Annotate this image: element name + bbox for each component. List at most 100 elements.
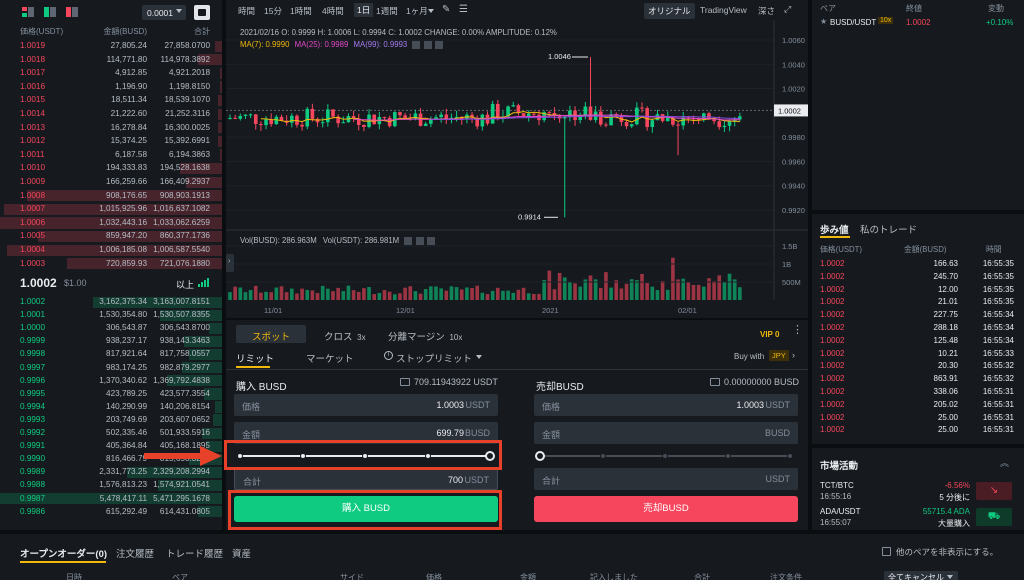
buy-total-field[interactable]: 合計 700 USDT	[234, 468, 498, 490]
ask-row[interactable]: 1.0005 859,947.20 860,377.1736	[0, 230, 222, 243]
bid-row[interactable]: 1.0002 3,162,375.34 3,163,007.8151	[0, 296, 222, 308]
tab-cross[interactable]: クロス 3x	[324, 329, 366, 343]
volume-bar	[408, 286, 413, 300]
signal-icon	[198, 277, 210, 287]
bid-row[interactable]: 0.9999 938,237.17 938,143.3463	[0, 335, 222, 348]
ask-row[interactable]: 1.0011 6,187.58 6,194.3863	[0, 149, 222, 161]
chevron-right-icon[interactable]: ›	[792, 350, 795, 360]
amount: 18,511.34	[111, 95, 147, 105]
book-settings-icon[interactable]	[194, 5, 210, 20]
ask-row[interactable]: 1.0014 21,222.60 21,252.3116	[0, 108, 222, 120]
ask-row[interactable]: 1.0017 4,912.85 4,921.2018	[0, 67, 222, 80]
sell-button[interactable]: 売却BUSD	[534, 496, 798, 522]
tab-assets[interactable]: 資産	[232, 546, 251, 560]
bid-row[interactable]: 0.9994 140,290.99 140,206.8154	[0, 401, 222, 413]
total: 1,198.8150	[169, 81, 210, 91]
candle-body	[722, 125, 727, 128]
tab-isolated[interactable]: 分離マージン 10x	[388, 329, 462, 343]
tab-limit[interactable]: リミット	[236, 351, 274, 365]
precision-value: 0.0001	[147, 7, 173, 18]
pair-row[interactable]: ★ BUSD/USDT 10x 1.0002 +0.10%	[812, 16, 1024, 30]
price: 1.0000	[20, 323, 46, 333]
volume-bar	[300, 288, 304, 300]
ask-row[interactable]: 1.0012 15,374.25 15,392.6991	[0, 135, 222, 148]
hide-pairs-checkbox[interactable]	[882, 547, 891, 556]
market-activity-item[interactable]: ADA/USDT 16:55:07 55715.4 ADA 大量購入 ⛟	[812, 506, 1024, 530]
sell-price-field[interactable]: 価格 1.0003 USDT	[534, 394, 798, 416]
ask-row[interactable]: 1.0016 1,196.90 1,198.8150	[0, 81, 222, 93]
ask-row[interactable]: 1.0019 27,805.24 27,858.0700	[0, 40, 222, 52]
ask-row[interactable]: 1.0006 1,032,443.16 1,033,062.6259	[0, 217, 222, 229]
tab-open-orders[interactable]: オープンオーダー(0)	[20, 546, 107, 560]
tab-trade-history[interactable]: トレード履歴	[166, 546, 223, 560]
slider-step[interactable]	[724, 453, 731, 459]
cancel-all-button[interactable]: 全てキャンセル	[884, 571, 958, 580]
trade-row: 1.0002 21.01 16:55:35	[812, 296, 1024, 308]
ask-row[interactable]: 1.0015 18,511.34 18,539.1070	[0, 94, 222, 107]
more-options-icon[interactable]: ⋮	[792, 325, 803, 336]
ask-row[interactable]: 1.0009 166,259.66 166,409.2937	[0, 176, 222, 188]
slider-step[interactable]	[535, 451, 545, 461]
tab-stop-limit[interactable]: ストップリミット	[396, 351, 472, 365]
volume-bar	[686, 281, 691, 300]
ask-row[interactable]: 1.0003 720,859.93 721,076.1880	[0, 258, 222, 270]
volume-bar	[413, 291, 418, 300]
ask-row[interactable]: 1.0013 16,278.84 16,300.0025	[0, 122, 222, 134]
tab-my-trades[interactable]: 私のトレード	[860, 222, 917, 236]
wallet-icon	[400, 378, 410, 386]
volume-bar	[573, 283, 577, 300]
orders-col: 合計	[694, 573, 710, 580]
candlestick-plot[interactable]: 1.0060 1.0040 1.0020 0.9980 0.9960 0.9940 0.99…	[226, 0, 808, 318]
volume-bar	[696, 284, 701, 300]
volume-bar	[248, 290, 253, 300]
slider-step[interactable]	[787, 453, 793, 459]
tab-spot[interactable]: スポット	[236, 325, 306, 343]
bid-row[interactable]: 0.9993 203,749.69 203,607.0652	[0, 414, 222, 426]
precision-select[interactable]: 0.0001	[142, 5, 186, 20]
sell-amount-slider[interactable]	[535, 450, 798, 462]
slider-step[interactable]	[599, 453, 606, 459]
book-view-bids-icon[interactable]	[44, 7, 56, 17]
stop-limit-chevron-icon[interactable]	[476, 355, 482, 359]
buy-with-currency[interactable]: JPY	[769, 350, 789, 361]
tab-market-trades[interactable]: 歩み値	[820, 222, 849, 236]
bid-row[interactable]: 0.9995 423,789.25 423,577.3554	[0, 388, 222, 400]
slider-step[interactable]	[662, 453, 668, 459]
ask-row[interactable]: 1.0008 908,176.65 908,903.1913	[0, 190, 222, 202]
book-view-both-icon[interactable]	[22, 7, 34, 17]
bid-row[interactable]: 0.9992 502,335.46 501,933.5916	[0, 427, 222, 439]
market-activity-item[interactable]: TCT/BTC 16:55:16 -6.56% 5 分後に ↘	[812, 480, 1024, 504]
star-icon[interactable]: ★	[820, 17, 827, 26]
sell-amount-field[interactable]: 金額 BUSD	[534, 422, 798, 444]
bid-row[interactable]: 0.9988 1,576,813.23 1,574,921.0541	[0, 479, 222, 492]
book-view-asks-icon[interactable]	[66, 7, 78, 17]
price: 0.9995	[20, 388, 46, 398]
bid-row[interactable]: 1.0000 306,543.87 306,543.8700	[0, 322, 222, 335]
bid-row[interactable]: 0.9989 2,331,773.25 2,329,208.2994	[0, 466, 222, 479]
bid-row[interactable]: 0.9986 615,292.49 614,431.0805	[0, 506, 222, 518]
total: 982,879.2977	[159, 362, 210, 372]
more-link[interactable]: 以上	[176, 278, 194, 291]
bid-row[interactable]: 0.9987 5,478,417.11 5,471,295.1678	[0, 493, 222, 505]
trade-time: 16:55:31	[982, 387, 1014, 396]
bid-row[interactable]: 0.9998 817,921.64 817,758.0557	[0, 348, 222, 361]
buy-with-label[interactable]: Buy with	[734, 352, 764, 361]
tab-order-history[interactable]: 注文履歴	[116, 546, 154, 560]
bid-row[interactable]: 1.0001 1,530,354.80 1,530,507.8355	[0, 309, 222, 321]
sell-total-field[interactable]: 合計 USDT	[534, 468, 798, 490]
bid-row[interactable]: 0.9996 1,370,340.62 1,369,792.4838	[0, 375, 222, 387]
hide-pairs-label[interactable]: 他のペアを非表示にする。	[896, 546, 998, 558]
collapse-icon[interactable]: ︽	[1000, 456, 1009, 469]
chart-collapse-handle[interactable]: ›	[226, 254, 234, 272]
ask-row[interactable]: 1.0007 1,015,925.96 1,016,637.1082	[0, 203, 222, 216]
volume-bar	[429, 286, 433, 300]
bid-row[interactable]: 0.9997 983,174.25 982,879.2977	[0, 362, 222, 374]
ask-row[interactable]: 1.0010 194,333.83 194,528.1638	[0, 162, 222, 175]
ask-row[interactable]: 1.0018 114,771.80 114,978.3892	[0, 54, 222, 66]
price: 1.0017	[20, 68, 46, 78]
ask-row[interactable]: 1.0004 1,006,185.08 1,006,587.5540	[0, 244, 222, 256]
trade-price: 1.0002	[820, 271, 845, 281]
tab-market[interactable]: マーケット	[306, 351, 354, 365]
buy-price-field[interactable]: 価格 1.0003 USDT	[234, 394, 498, 416]
total: 817,758.0557	[159, 349, 210, 359]
